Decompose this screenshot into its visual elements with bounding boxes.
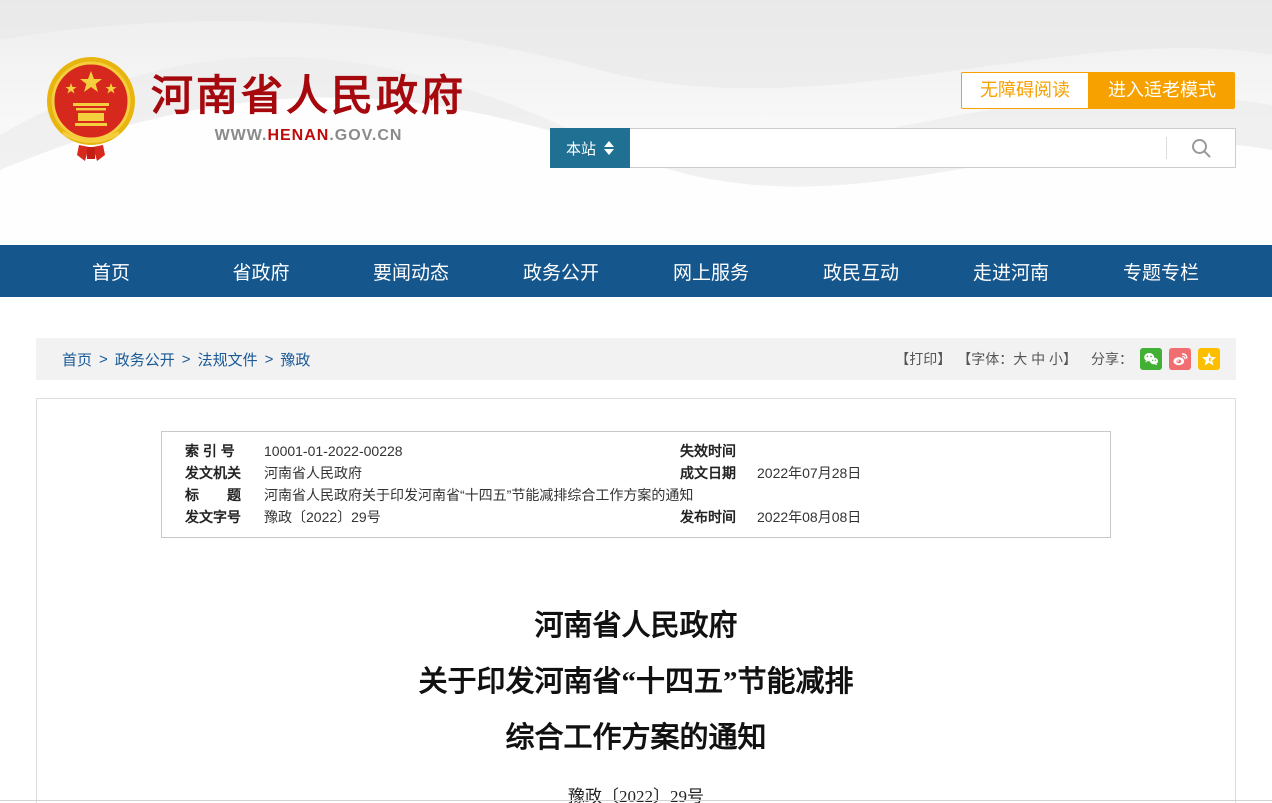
nav-item-special-topics[interactable]: 专题专栏	[1086, 245, 1236, 297]
search-scope-label: 本站	[566, 138, 596, 159]
meta-issuing-org-value: 河南省人民政府	[264, 462, 657, 484]
breadcrumb-gov-disclosure[interactable]: 政务公开	[115, 349, 175, 370]
national-emblem-icon	[45, 55, 137, 161]
search-bar: 本站	[550, 128, 1236, 168]
search-icon	[1190, 137, 1212, 159]
document-title-line1: 河南省人民政府	[37, 598, 1235, 654]
share-wechat-button[interactable]	[1140, 348, 1162, 370]
document-card: 索 引 号 10001-01-2022-00228 失效时间 发文机关 河南省人…	[36, 398, 1236, 803]
site-url-www: WWW.	[215, 127, 268, 144]
search-input[interactable]	[630, 129, 1166, 167]
meta-expiry-label: 失效时间	[657, 440, 757, 462]
meta-date-written-value: 2022年07月28日	[757, 462, 1110, 484]
meta-index-value: 10001-01-2022-00228	[264, 440, 657, 462]
search-button[interactable]	[1167, 129, 1235, 167]
document-title-line2: 关于印发河南省“十四五”节能减排	[37, 654, 1235, 710]
site-url: WWW.HENAN.GOV.CN	[151, 127, 466, 145]
nav-item-home[interactable]: 首页	[36, 245, 186, 297]
breadcrumb-separator: >	[99, 351, 108, 368]
header-banner: 河南省人民政府 WWW.HENAN.GOV.CN 无障碍阅读 进入适老模式 本站	[0, 0, 1272, 245]
header-mode-buttons: 无障碍阅读 进入适老模式	[961, 72, 1235, 109]
share-qzone-button[interactable]	[1198, 348, 1220, 370]
breadcrumb-home[interactable]: 首页	[62, 349, 92, 370]
search-scope-select[interactable]: 本站	[550, 128, 630, 168]
font-control-close: 】	[1063, 351, 1077, 367]
breadcrumb-yuzheng[interactable]: 豫政	[280, 349, 310, 370]
meta-doc-number-value: 豫政〔2022〕29号	[264, 506, 657, 528]
site-brand: 河南省人民政府 WWW.HENAN.GOV.CN	[45, 55, 466, 161]
site-url-suffix: .GOV.CN	[329, 127, 402, 144]
breadcrumb-separator: >	[265, 351, 274, 368]
font-size-large-button[interactable]: 大	[1013, 351, 1027, 367]
meta-expiry-value	[757, 440, 1110, 462]
share-weibo-button[interactable]	[1169, 348, 1191, 370]
site-title[interactable]: 河南省人民政府	[151, 73, 466, 119]
wechat-icon	[1143, 351, 1159, 367]
meta-title-label: 标 题	[162, 484, 264, 506]
site-url-domain: HENAN	[267, 127, 329, 144]
document-title-line3: 综合工作方案的通知	[37, 710, 1235, 766]
scope-toggle-arrows-icon	[604, 141, 614, 155]
share-label: 分享：	[1091, 349, 1133, 369]
document-title: 河南省人民政府 关于印发河南省“十四五”节能减排 综合工作方案的通知	[37, 598, 1235, 766]
meta-index-label: 索 引 号	[162, 440, 264, 462]
font-control-open: 【字体：	[957, 351, 1013, 367]
meta-date-published-label: 发布时间	[657, 506, 757, 528]
breadcrumb-regulations[interactable]: 法规文件	[198, 349, 258, 370]
page-tools: 【打印】 【字体：大 中 小】 分享：	[889, 348, 1220, 370]
nav-item-news[interactable]: 要闻动态	[336, 245, 486, 297]
nav-item-online-services[interactable]: 网上服务	[636, 245, 786, 297]
breadcrumb-bar: 首页 > 政务公开 > 法规文件 > 豫政 【打印】 【字体：大 中 小】 分享…	[36, 338, 1236, 380]
bottom-divider	[0, 800, 1272, 801]
nav-item-gov-disclosure[interactable]: 政务公开	[486, 245, 636, 297]
breadcrumb-separator: >	[182, 351, 191, 368]
font-size-medium-button[interactable]: 中	[1031, 351, 1045, 367]
meta-doc-number-label: 发文字号	[162, 506, 264, 528]
accessibility-reading-button[interactable]: 无障碍阅读	[961, 72, 1089, 109]
document-meta-table: 索 引 号 10001-01-2022-00228 失效时间 发文机关 河南省人…	[161, 431, 1111, 538]
meta-date-published-value: 2022年08月08日	[757, 506, 1110, 528]
font-size-control: 【字体：大 中 小】	[957, 349, 1077, 369]
font-size-small-button[interactable]: 小	[1049, 351, 1063, 367]
nav-item-provincial-government[interactable]: 省政府	[186, 245, 336, 297]
main-nav: 首页 省政府 要闻动态 政务公开 网上服务 政民互动 走进河南 专题专栏	[0, 245, 1272, 297]
meta-title-value: 河南省人民政府关于印发河南省“十四五”节能减排综合工作方案的通知	[264, 484, 1110, 506]
breadcrumb: 首页 > 政务公开 > 法规文件 > 豫政	[62, 349, 310, 370]
meta-issuing-org-label: 发文机关	[162, 462, 264, 484]
weibo-icon	[1172, 351, 1188, 367]
elder-mode-button[interactable]: 进入适老模式	[1089, 72, 1235, 109]
nav-item-public-interaction[interactable]: 政民互动	[786, 245, 936, 297]
qzone-star-icon	[1201, 351, 1217, 367]
meta-date-written-label: 成文日期	[657, 462, 757, 484]
nav-item-about-henan[interactable]: 走进河南	[936, 245, 1086, 297]
print-button[interactable]: 【打印】	[895, 349, 951, 369]
